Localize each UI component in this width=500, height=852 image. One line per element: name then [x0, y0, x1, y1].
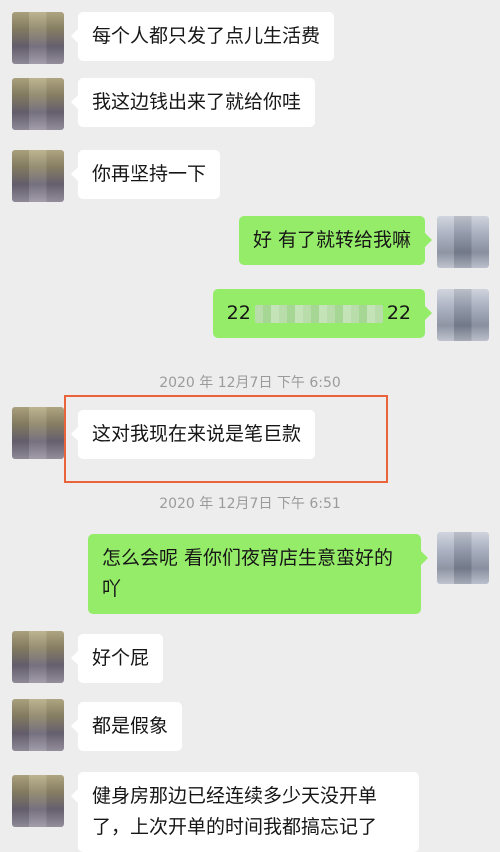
message-text: 你再坚持一下	[92, 163, 207, 185]
redacted-amount	[254, 304, 383, 323]
message-text: 好 有了就转给我嘛	[252, 229, 411, 251]
message-bubble[interactable]: 怎么会呢 看你们夜宵店生意蛮好的吖	[88, 534, 428, 614]
contact-avatar[interactable]	[12, 699, 64, 751]
message-bubble[interactable]: 好 有了就转给我嘛	[238, 216, 433, 265]
message-bubble[interactable]: 都是假象	[70, 702, 183, 751]
message-bubble[interactable]: 每个人都只发了点儿生活费	[70, 12, 335, 61]
timestamp: 2020 年 12月7日 下午 6:50	[159, 375, 341, 391]
contact-avatar[interactable]	[12, 407, 64, 459]
message-text: 每个人都只发了点儿生活费	[92, 25, 321, 47]
message-text-prefix: 22	[226, 302, 251, 324]
message-text: 我这边钱出来了就给你哇	[92, 91, 302, 113]
message-text: 好个屁	[92, 647, 150, 669]
highlight-box	[64, 395, 388, 483]
message-bubble[interactable]: 健身房那边已经连续多少天没开单了，上次开单的时间我都搞忘记了	[71, 772, 419, 852]
message-text: 都是假象	[92, 715, 169, 737]
message-text: 怎么会呢 看你们夜宵店生意蛮好的吖	[102, 547, 394, 600]
contact-avatar[interactable]	[12, 12, 64, 64]
timestamp: 2020 年 12月7日 下午 6:51	[159, 496, 341, 512]
contact-avatar[interactable]	[12, 150, 64, 202]
self-avatar[interactable]	[437, 532, 489, 584]
message-bubble[interactable]: 好个屁	[70, 634, 164, 683]
self-avatar[interactable]	[437, 289, 489, 341]
contact-avatar[interactable]	[12, 631, 64, 683]
contact-avatar[interactable]	[12, 775, 64, 827]
message-bubble[interactable]: 你再坚持一下	[70, 150, 221, 199]
message-text-suffix: 22	[386, 302, 411, 324]
message-bubble[interactable]: 22 22	[212, 289, 433, 338]
message-bubble[interactable]: 我这边钱出来了就给你哇	[70, 78, 316, 127]
contact-avatar[interactable]	[12, 78, 64, 130]
message-text: 健身房那边已经连续多少天没开单了，上次开单的时间我都搞忘记了	[92, 785, 378, 838]
self-avatar[interactable]	[437, 216, 489, 268]
